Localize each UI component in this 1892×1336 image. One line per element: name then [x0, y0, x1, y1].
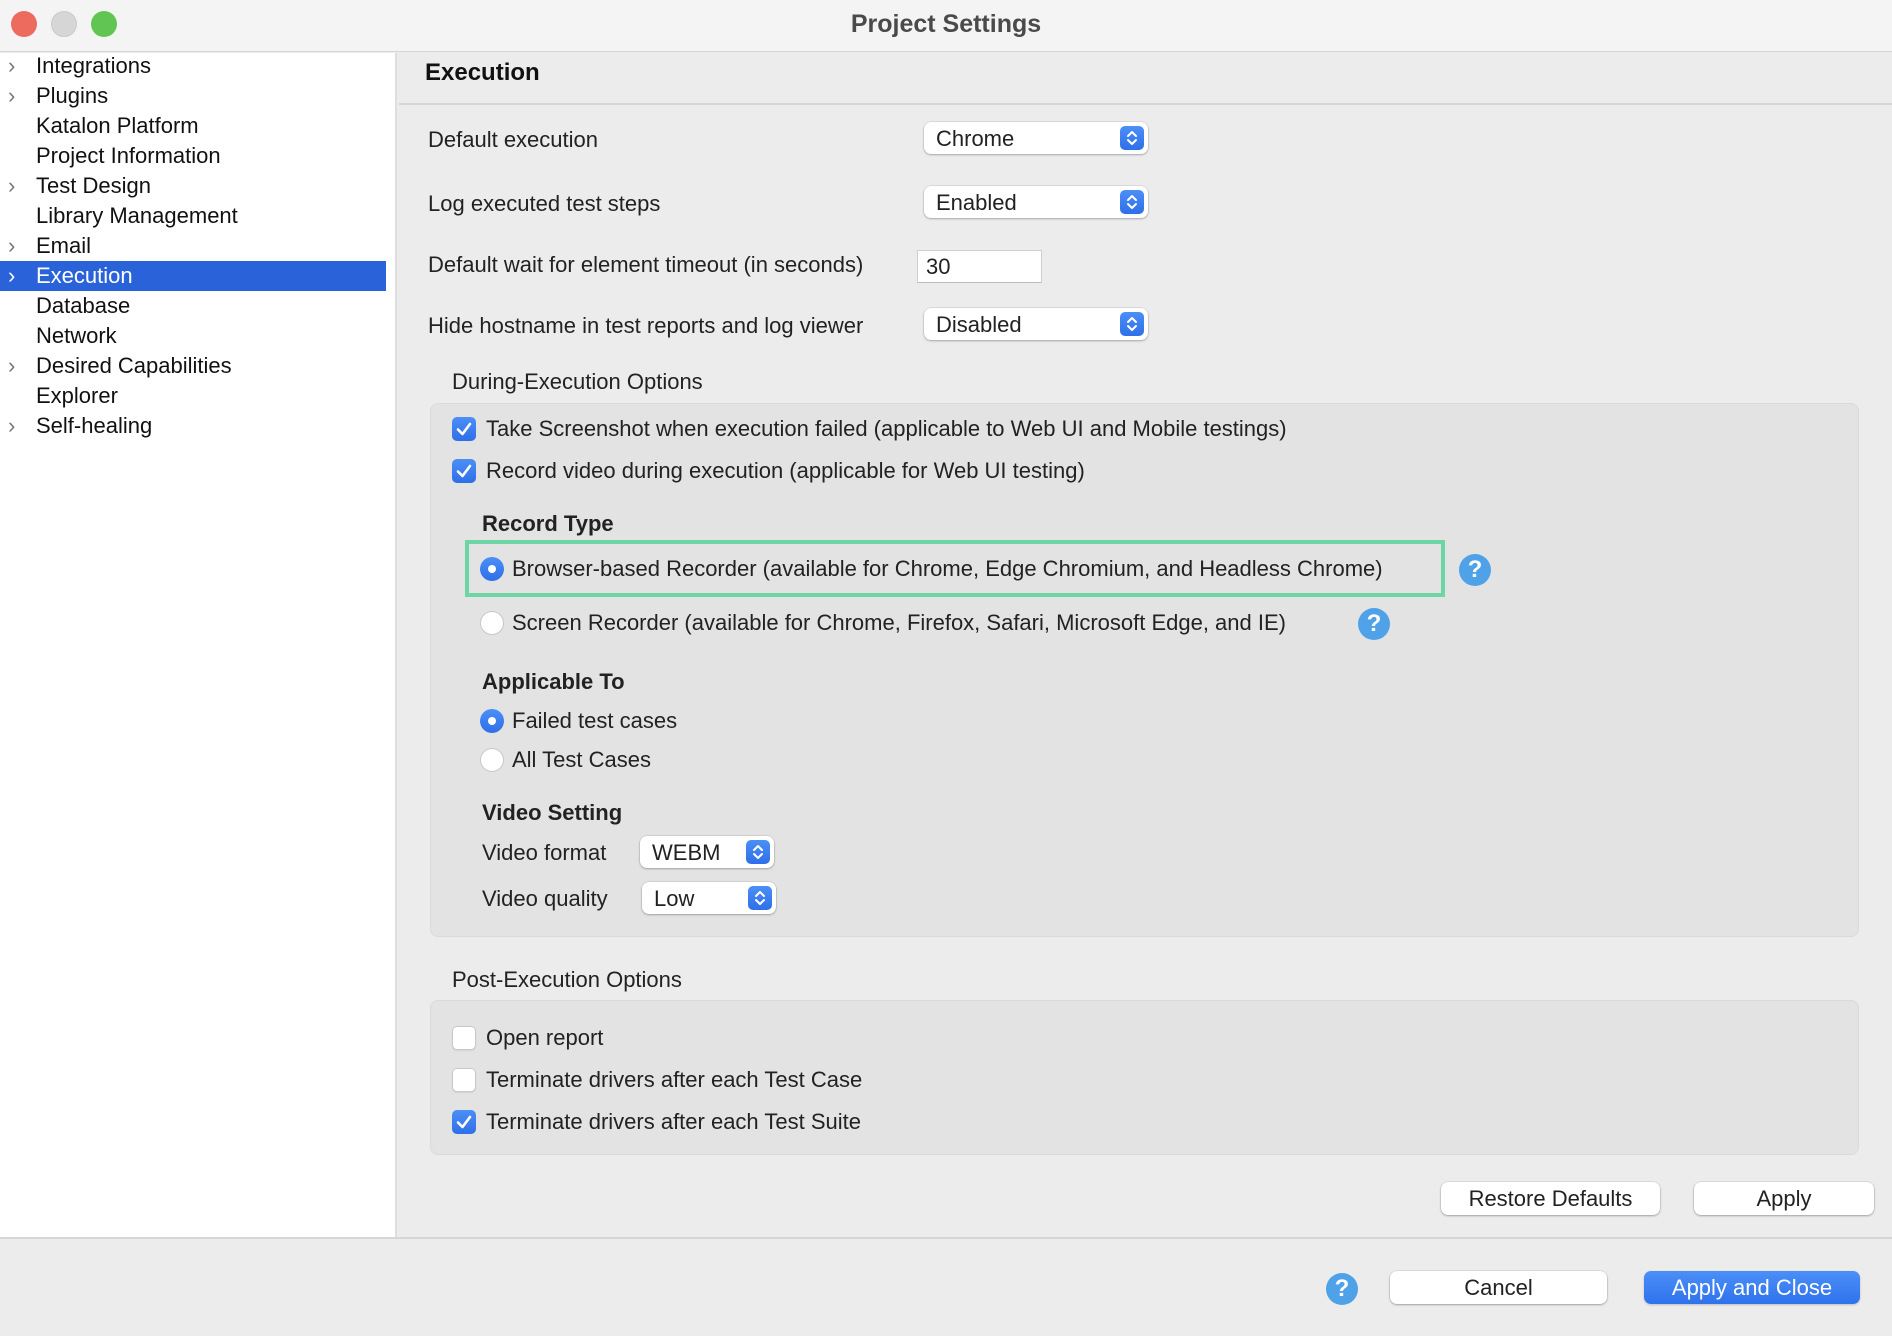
- sidebar-item-label: Library Management: [36, 203, 238, 228]
- video-quality-select[interactable]: Low: [642, 882, 776, 914]
- video-format-label: Video format: [482, 840, 607, 865]
- all-test-cases-label: All Test Cases: [512, 747, 651, 772]
- hide-hostname-value: Disabled: [936, 312, 1022, 337]
- terminate-after-test-case-checkbox[interactable]: [452, 1068, 476, 1092]
- stepper-icon: [1120, 312, 1144, 336]
- wait-timeout-input[interactable]: [926, 254, 1026, 280]
- video-quality-value: Low: [654, 886, 695, 911]
- chevron-right-icon[interactable]: ›: [8, 231, 24, 261]
- sidebar-item-label: Test Design: [36, 173, 151, 198]
- log-steps-select[interactable]: Enabled: [924, 186, 1148, 218]
- sidebar-item-label: Plugins: [36, 83, 109, 108]
- sidebar-item-label: Execution: [36, 263, 133, 288]
- during-execution-title: During-Execution Options: [452, 369, 703, 394]
- page-title: Execution: [425, 59, 540, 86]
- sidebar-item-label: Database: [36, 293, 131, 318]
- chevron-right-icon[interactable]: ›: [8, 81, 24, 111]
- sidebar-item[interactable]: › Execution: [0, 261, 386, 291]
- sidebar-item[interactable]: Explorer: [0, 381, 386, 411]
- default-execution-label: Default execution: [428, 127, 598, 152]
- wait-timeout-field[interactable]: [917, 250, 1042, 283]
- screen-recorder-label: Screen Recorder (available for Chrome, F…: [512, 610, 1286, 635]
- open-report-checkbox[interactable]: [452, 1026, 476, 1050]
- footer-divider: [0, 1237, 1892, 1239]
- terminate-after-test-case-label: Terminate drivers after each Test Case: [486, 1067, 863, 1092]
- open-report-label: Open report: [486, 1025, 604, 1050]
- sidebar-item[interactable]: › Test Design: [0, 171, 386, 201]
- stepper-icon: [1120, 126, 1144, 150]
- video-format-value: WEBM: [652, 840, 721, 865]
- sidebar-item[interactable]: › Integrations: [0, 51, 386, 81]
- page-header: [399, 53, 1892, 105]
- post-execution-title: Post-Execution Options: [452, 967, 682, 992]
- hide-hostname-label: Hide hostname in test reports and log vi…: [428, 313, 864, 338]
- restore-defaults-button[interactable]: Restore Defaults: [1441, 1182, 1660, 1215]
- sidebar-item[interactable]: › Email: [0, 231, 386, 261]
- all-test-cases-radio[interactable]: [480, 748, 504, 772]
- sidebar-item[interactable]: › Plugins: [0, 81, 386, 111]
- stepper-icon: [1120, 190, 1144, 214]
- sidebar-item[interactable]: Katalon Platform: [0, 111, 386, 141]
- sidebar-item-label: Katalon Platform: [36, 113, 199, 138]
- screen-recorder-radio[interactable]: [480, 611, 504, 635]
- browser-recorder-radio[interactable]: [480, 557, 504, 581]
- chevron-right-icon[interactable]: ›: [8, 261, 24, 291]
- browser-recorder-label: Browser-based Recorder (available for Ch…: [512, 556, 1383, 581]
- sidebar-item-label: Desired Capabilities: [36, 353, 232, 378]
- chevron-right-icon[interactable]: ›: [8, 171, 24, 201]
- take-screenshot-label: Take Screenshot when execution failed (a…: [486, 416, 1287, 441]
- sidebar-item[interactable]: Project Information: [0, 141, 386, 171]
- terminate-after-test-suite-checkbox[interactable]: [452, 1110, 476, 1134]
- sidebar-item[interactable]: › Desired Capabilities: [0, 351, 386, 381]
- help-icon[interactable]: ?: [1358, 608, 1390, 640]
- apply-button[interactable]: Apply: [1694, 1182, 1874, 1215]
- cancel-button[interactable]: Cancel: [1390, 1271, 1607, 1304]
- failed-test-cases-label: Failed test cases: [512, 708, 678, 733]
- sidebar-item[interactable]: Network: [0, 321, 386, 351]
- video-quality-label: Video quality: [482, 886, 608, 911]
- sidebar-item[interactable]: › Self-healing: [0, 411, 386, 441]
- default-execution-value: Chrome: [936, 126, 1015, 151]
- apply-and-close-button[interactable]: Apply and Close: [1644, 1271, 1860, 1304]
- record-type-title: Record Type: [482, 511, 614, 536]
- hide-hostname-select[interactable]: Disabled: [924, 308, 1148, 340]
- wait-timeout-label: Default wait for element timeout (in sec…: [428, 252, 864, 277]
- record-video-label: Record video during execution (applicabl…: [486, 458, 1085, 483]
- stepper-icon: [746, 840, 770, 864]
- record-video-checkbox[interactable]: [452, 459, 476, 483]
- default-execution-select[interactable]: Chrome: [924, 122, 1148, 154]
- help-icon[interactable]: ?: [1459, 554, 1491, 586]
- sidebar-item-label: Project Information: [36, 143, 221, 168]
- sidebar-item-label: Integrations: [36, 53, 151, 78]
- window-title: Project Settings: [850, 10, 1042, 38]
- applicable-to-title: Applicable To: [482, 669, 625, 694]
- video-format-select[interactable]: WEBM: [640, 836, 774, 868]
- stepper-icon: [748, 886, 772, 910]
- take-screenshot-checkbox[interactable]: [452, 417, 476, 441]
- log-steps-value: Enabled: [936, 190, 1017, 215]
- sidebar-item[interactable]: Database: [0, 291, 386, 321]
- terminate-after-test-suite-label: Terminate drivers after each Test Suite: [486, 1109, 861, 1134]
- sidebar-item-label: Explorer: [36, 383, 118, 408]
- sidebar-item[interactable]: Library Management: [0, 201, 386, 231]
- failed-test-cases-radio[interactable]: [480, 709, 504, 733]
- sidebar-item-label: Self-healing: [36, 413, 153, 438]
- sidebar-item-label: Email: [36, 233, 92, 258]
- chevron-right-icon[interactable]: ›: [8, 351, 24, 381]
- chevron-right-icon[interactable]: ›: [8, 411, 24, 441]
- chevron-right-icon[interactable]: ›: [8, 51, 24, 81]
- help-icon[interactable]: ?: [1326, 1273, 1358, 1305]
- video-setting-title: Video Setting: [482, 800, 623, 825]
- sidebar-item-label: Network: [36, 323, 117, 348]
- log-steps-label: Log executed test steps: [428, 191, 661, 216]
